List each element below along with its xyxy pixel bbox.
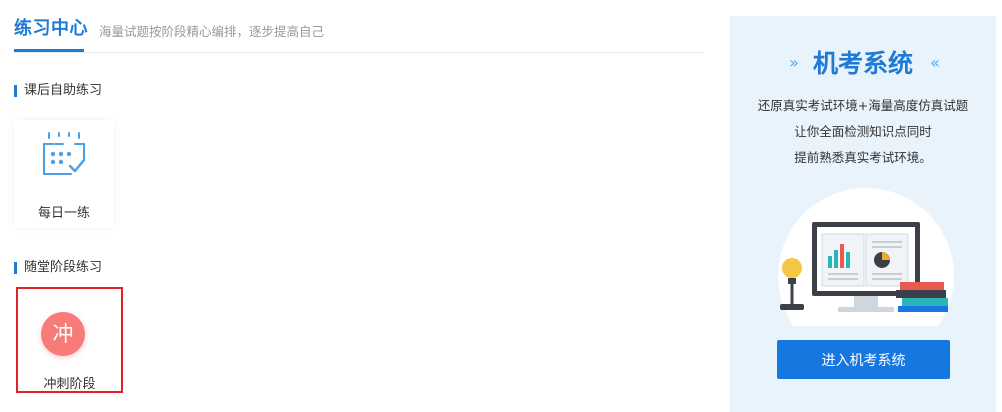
sprint-stage-label: 冲刺阶段: [43, 377, 96, 392]
double-chevron-left-icon: «: [930, 52, 940, 72]
sprint-stage-icon: 冲: [41, 312, 85, 356]
section-title-stage-practice: 随堂阶段练习: [14, 261, 102, 275]
promo-title: 机考系统: [812, 49, 913, 78]
promo-line-3: 提前熟悉真实考试环境。: [794, 150, 932, 165]
promo-line-2: 让你全面检测知识点同时: [794, 124, 932, 139]
sprint-stage-card[interactable]: 冲 冲刺阶段: [16, 287, 123, 393]
page-header: 练习中心 海量试题按阶段精心编排，逐步提高自己: [14, 0, 704, 53]
title-underline: [14, 49, 84, 52]
calendar-check-icon: [43, 132, 86, 175]
section-title-self-practice: 课后自助练习: [14, 84, 102, 98]
promo-title-row: » 机考系统 «: [730, 44, 996, 80]
double-chevron-right-icon: »: [789, 52, 799, 72]
enter-exam-system-button[interactable]: 进入机考系统: [777, 340, 950, 379]
exam-system-promo: » 机考系统 « 还原真实考试环境+海量高度仿真试题 让你全面检测知识点同时 提…: [730, 16, 996, 412]
promo-line-1: 还原真实考试环境+海量高度仿真试题: [757, 98, 969, 113]
daily-practice-label: 每日一练: [37, 206, 90, 221]
practice-center: 练习中心 海量试题按阶段精心编排，逐步提高自己 课后自助练习 每日一练 随堂阶段…: [0, 0, 710, 412]
page-title: 练习中心: [14, 18, 88, 39]
page-subtitle: 海量试题按阶段精心编排，逐步提高自己: [99, 24, 325, 39]
daily-practice-card[interactable]: 每日一练: [14, 120, 114, 228]
computer-exam-illustration: [778, 188, 954, 326]
